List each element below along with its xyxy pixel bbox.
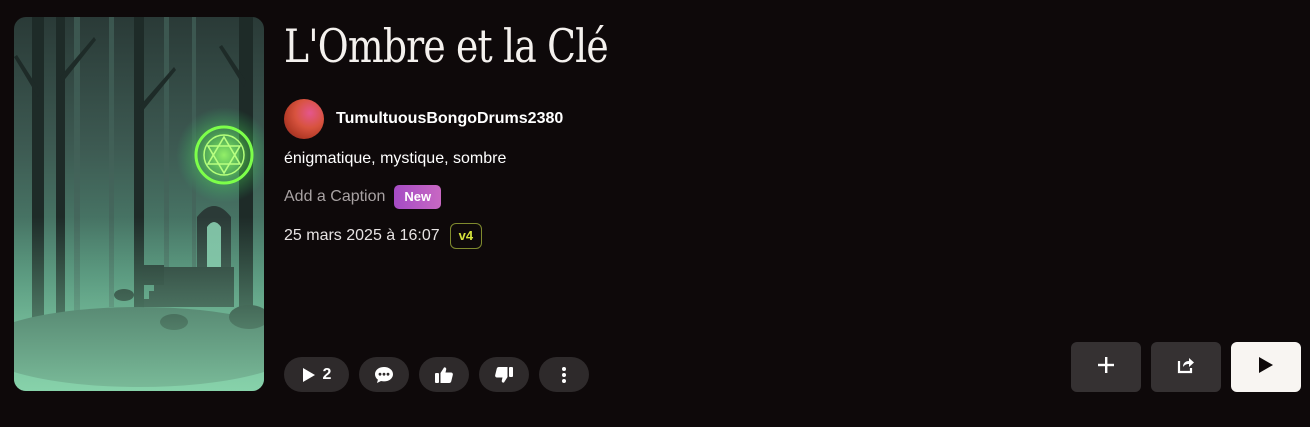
more-vertical-icon xyxy=(561,366,567,384)
thumbs-down-icon xyxy=(494,366,514,384)
date-row: 25 mars 2025 à 16:07 v4 xyxy=(284,222,483,250)
plus-icon xyxy=(1097,356,1115,379)
cover-art-image xyxy=(14,17,264,391)
song-title: L'Ombre et la Clé xyxy=(284,19,609,73)
dislike-button[interactable] xyxy=(479,357,529,392)
version-badge: v4 xyxy=(449,223,483,249)
style-tags: énigmatique, mystique, sombre xyxy=(284,150,507,167)
share-button[interactable] xyxy=(1151,342,1221,392)
artist-name[interactable]: TumultuousBongoDrums2380 xyxy=(336,110,563,128)
tag-link[interactable]: sombre xyxy=(453,150,506,167)
play-icon xyxy=(1258,356,1274,379)
share-icon xyxy=(1177,356,1195,379)
add-caption-button[interactable]: Add a Caption xyxy=(284,188,385,206)
thumbs-up-icon xyxy=(434,366,454,384)
artist-link[interactable]: TumultuousBongoDrums2380 xyxy=(284,99,563,139)
tag-link[interactable]: énigmatique xyxy=(284,150,371,167)
new-badge: New xyxy=(394,185,442,209)
caption-row: Add a Caption New xyxy=(284,185,442,209)
play-button[interactable] xyxy=(1231,342,1301,392)
more-options-button[interactable] xyxy=(539,357,589,392)
tag-link[interactable]: mystique xyxy=(380,150,444,167)
add-to-playlist-button[interactable] xyxy=(1071,342,1141,392)
play-icon xyxy=(302,367,316,383)
comment-button[interactable] xyxy=(359,357,409,392)
play-count: 2 xyxy=(322,365,332,383)
created-date: 25 mars 2025 à 16:07 xyxy=(284,227,440,244)
cover-art[interactable] xyxy=(14,17,264,391)
comment-icon xyxy=(374,366,394,384)
play-count-button[interactable]: 2 xyxy=(284,357,349,392)
like-button[interactable] xyxy=(419,357,469,392)
avatar[interactable] xyxy=(284,99,324,139)
